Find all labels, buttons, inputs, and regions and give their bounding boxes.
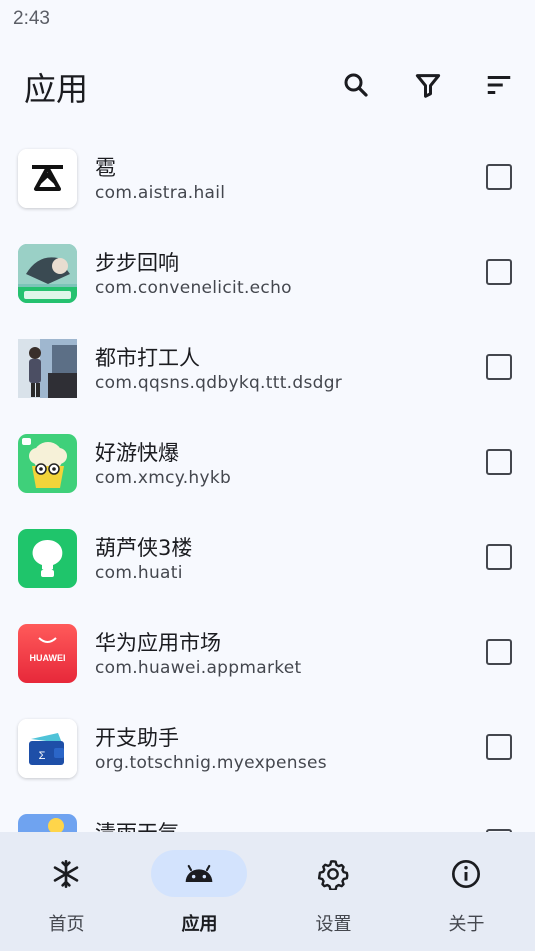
app-name: 都市打工人 <box>95 346 200 370</box>
status-bar: 2:43 <box>0 0 535 38</box>
nav-item-about[interactable]: 关于 <box>400 832 533 951</box>
echo-app-icon <box>18 244 77 303</box>
info-icon <box>452 859 480 888</box>
select-checkbox[interactable] <box>486 544 512 570</box>
huluxia-app-icon <box>18 529 77 588</box>
app-name: 葫芦侠3楼 <box>95 536 193 560</box>
nav-indicator <box>18 850 114 897</box>
app-package: com.xmcy.hykb <box>95 468 232 488</box>
list-item[interactable]: 好游快爆 com.xmcy.hykb <box>0 415 535 510</box>
app-name: 华为应用市场 <box>95 631 221 655</box>
nav-label: 首页 <box>48 914 85 935</box>
app-package: com.aistra.hail <box>95 183 226 203</box>
select-checkbox[interactable] <box>486 449 512 475</box>
app-package: com.qqsns.qdbykq.ttt.dsdgr <box>95 373 343 393</box>
bottom-navigation: 首页 应用 设置 关于 <box>0 832 535 951</box>
nav-label: 应用 <box>181 914 218 935</box>
snowflake-icon <box>53 859 79 888</box>
filter-icon <box>415 74 441 98</box>
nav-label: 设置 <box>315 914 352 935</box>
page-title: 应用 <box>24 70 89 108</box>
sort-icon <box>487 76 511 94</box>
nav-indicator <box>418 850 514 897</box>
app-package: org.totschnig.myexpenses <box>95 753 327 773</box>
svg-text:Σ: Σ <box>39 750 46 762</box>
list-item[interactable]: 都市打工人 com.qqsns.qdbykq.ttt.dsdgr <box>0 320 535 415</box>
wallet-app-icon: Σ <box>18 719 77 778</box>
search-button[interactable] <box>333 62 379 108</box>
nav-label: 关于 <box>448 914 485 935</box>
sort-button[interactable] <box>476 62 522 108</box>
list-item[interactable]: 葫芦侠3楼 com.huati <box>0 510 535 605</box>
app-name: 好游快爆 <box>95 441 179 465</box>
app-name: 清雨天气 <box>95 817 179 832</box>
app-package: com.huati <box>95 563 183 583</box>
list-item[interactable]: HUAWEI 华为应用市场 com.huawei.appmarket <box>0 605 535 700</box>
nav-indicator <box>285 850 381 897</box>
hykb-app-icon <box>18 434 77 493</box>
select-checkbox[interactable] <box>486 639 512 665</box>
app-name: 步步回响 <box>95 251 179 275</box>
app-name: 雹 <box>95 156 116 180</box>
app-name: 开支助手 <box>95 726 179 750</box>
city-worker-app-icon <box>18 339 77 398</box>
huawei-appmarket-icon: HUAWEI <box>18 624 77 683</box>
huawei-icon-text: HUAWEI <box>30 653 66 663</box>
list-item[interactable]: 清雨天气 <box>0 795 535 832</box>
android-icon <box>185 864 213 882</box>
nav-item-settings[interactable]: 设置 <box>267 832 400 951</box>
nav-indicator <box>151 850 247 897</box>
weather-app-icon <box>18 814 77 832</box>
select-checkbox[interactable] <box>486 164 512 190</box>
hail-icon <box>18 149 77 208</box>
app-list[interactable]: 雹 com.aistra.hail 步步回响 com.convenelicit.… <box>0 130 535 832</box>
app-package: com.huawei.appmarket <box>95 658 302 678</box>
nav-item-home[interactable]: 首页 <box>0 832 133 951</box>
select-checkbox[interactable] <box>486 259 512 285</box>
status-time: 2:43 <box>13 8 50 29</box>
top-app-bar: 应用 <box>0 40 535 130</box>
app-package: com.convenelicit.echo <box>95 278 292 298</box>
list-item[interactable]: 步步回响 com.convenelicit.echo <box>0 225 535 320</box>
nav-item-apps[interactable]: 应用 <box>133 832 266 951</box>
search-icon <box>344 73 368 97</box>
filter-button[interactable] <box>405 62 451 108</box>
list-item[interactable]: Σ 开支助手 org.totschnig.myexpenses <box>0 700 535 795</box>
list-item[interactable]: 雹 com.aistra.hail <box>0 130 535 225</box>
select-checkbox[interactable] <box>486 734 512 760</box>
gear-icon <box>317 859 349 890</box>
select-checkbox[interactable] <box>486 354 512 380</box>
